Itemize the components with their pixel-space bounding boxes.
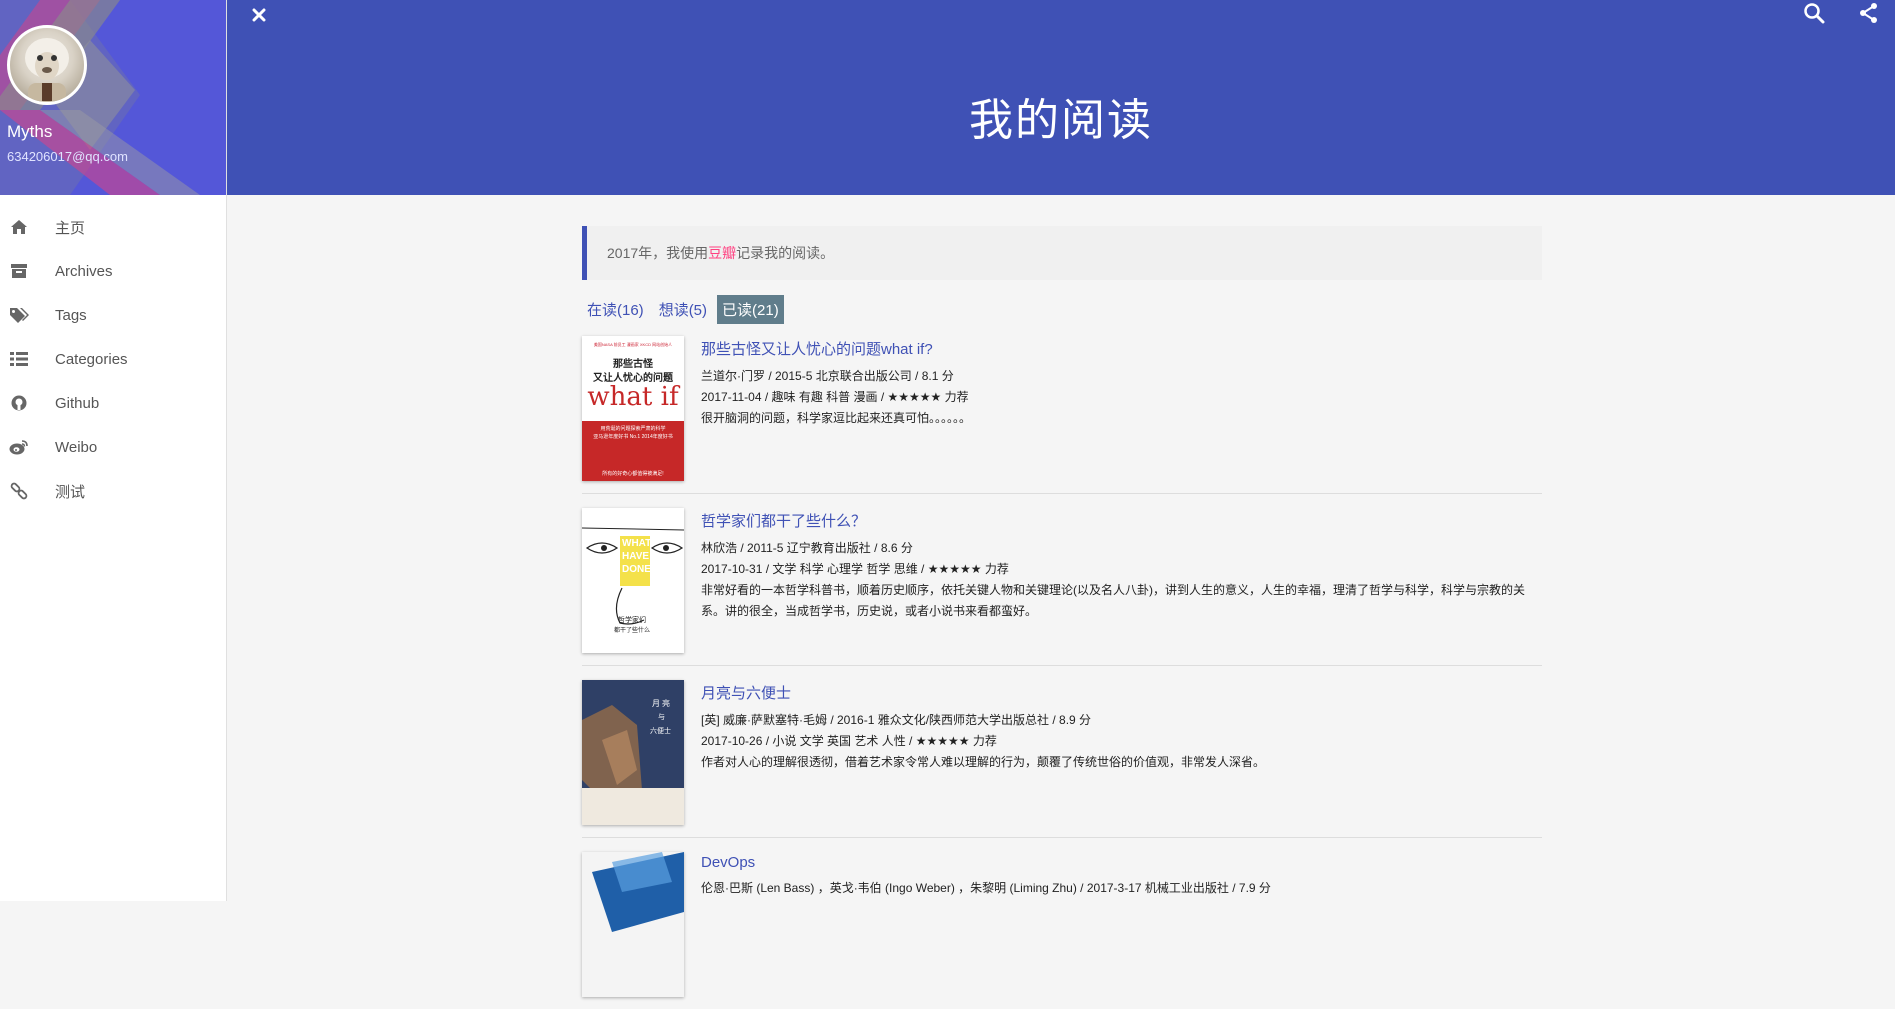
- book-title-link[interactable]: 哲学家们都干了些什么？: [701, 510, 1542, 531]
- cover-text: 所有的好奇心都值得被满足!: [602, 471, 664, 477]
- sidebar: Myths 634206017@qq.com 主页 Archives Tags: [0, 0, 227, 901]
- sidebar-menu: 主页 Archives Tags Categories Github Weibo…: [0, 195, 226, 513]
- book-comment: 非常好看的一本哲学科普书，顺着历史顺序，依托关键人物和关键理论(以及名人八卦)，…: [701, 583, 1525, 618]
- cover-text: 用荒诞的问题探索严肃的科学: [600, 426, 666, 432]
- book-tags: 2017-10-31 / 文学 科学 心理学 哲学 思维 / ★★★★★ 力荐: [701, 562, 1009, 576]
- sidebar-item-label: Weibo: [55, 438, 98, 456]
- sidebar-item-label: Tags: [55, 306, 87, 324]
- avatar[interactable]: [7, 25, 87, 105]
- tags-icon: [8, 304, 30, 326]
- book-tags: 2017-10-26 / 小说 文学 英国 艺术 人性 / ★★★★★ 力荐: [701, 734, 997, 748]
- book-item: 美国NASA 前员工 漫画家 XKCD 网站创始人 那些古怪 又让人忧心的问题 …: [582, 323, 1542, 494]
- book-title-link[interactable]: DevOps: [701, 854, 1542, 871]
- sidebar-item-archives[interactable]: Archives: [0, 249, 226, 293]
- book-comment: 很开脑洞的问题，科学家逗比起来还真可怕。。。。。。: [701, 411, 972, 425]
- book-meta: [英] 威廉·萨默塞特·毛姆 / 2016-1 雅众文化/陕西师范大学出版总社 …: [701, 713, 1092, 727]
- share-button[interactable]: [1858, 2, 1884, 28]
- intro-quote: 2017年，我使用豆瓣记录我的阅读。: [582, 226, 1542, 280]
- sidebar-item-label: Categories: [55, 350, 128, 368]
- book-meta: 兰道尔·门罗 / 2015-5 北京联合出版公司 / 8.1 分: [701, 369, 954, 383]
- list-icon: [8, 348, 30, 370]
- cover-text: 亮: [662, 699, 670, 708]
- user-name: Myths: [7, 122, 53, 141]
- sidebar-item-weibo[interactable]: Weibo: [0, 425, 226, 469]
- page-title: 我的阅读: [969, 96, 1153, 145]
- book-title-link[interactable]: 月亮与六便士: [701, 682, 1542, 703]
- share-icon: [1860, 3, 1877, 23]
- tab-wish[interactable]: 想读(5): [654, 295, 712, 324]
- book-info: 哲学家们都干了些什么？ 林欣浩 / 2011-5 辽宁教育出版社 / 8.6 分…: [701, 508, 1542, 653]
- book-cover[interactable]: WHAT HAVE DONE 哲学家们 都干了些什么: [582, 508, 684, 653]
- cover-text: 六便士: [650, 727, 671, 735]
- top-header: 我的阅读: [227, 0, 1895, 195]
- home-icon: [8, 216, 30, 238]
- book-title-link[interactable]: 那些古怪又让人忧心的问题what if?: [701, 338, 1542, 359]
- intro-text-after: 记录我的阅读。: [736, 245, 835, 261]
- cover-text: 美国NASA 前员工 漫画家 XKCD 网站创始人: [593, 342, 673, 347]
- cover-text: 那些古怪: [613, 359, 653, 370]
- book-info: DevOps 伦恩·巴斯 (Len Bass) ，英戈·韦伯 (Ingo Web…: [701, 852, 1542, 997]
- book-info: 月亮与六便士 [英] 威廉·萨默塞特·毛姆 / 2016-1 雅众文化/陕西师范…: [701, 680, 1542, 825]
- sidebar-item-label: Archives: [55, 262, 113, 280]
- book-info: 那些古怪又让人忧心的问题what if? 兰道尔·门罗 / 2015-5 北京联…: [701, 336, 1542, 481]
- book-tags: 2017-11-04 / 趣味 有趣 科普 漫画 / ★★★★★ 力荐: [701, 390, 969, 404]
- book-cover[interactable]: 美国NASA 前员工 漫画家 XKCD 网站创始人 那些古怪 又让人忧心的问题 …: [582, 336, 684, 481]
- sidebar-item-tags[interactable]: Tags: [0, 293, 226, 337]
- book-cover[interactable]: 月 亮 与 六便士: [582, 680, 684, 825]
- book-meta: 伦恩·巴斯 (Len Bass) ，英戈·韦伯 (Ingo Weber) ，朱黎…: [701, 881, 1271, 895]
- sidebar-item-home[interactable]: 主页: [0, 205, 226, 249]
- sidebar-item-categories[interactable]: Categories: [0, 337, 226, 381]
- book-item: 月 亮 与 六便士 月亮与六便士 [英] 威廉·萨默塞特·毛姆 / 2016-1…: [582, 666, 1542, 838]
- weibo-icon: [8, 436, 30, 458]
- close-button[interactable]: [246, 2, 272, 28]
- book-cover[interactable]: [582, 852, 684, 997]
- cover-text: 都干了些什么: [614, 627, 651, 634]
- tab-reading[interactable]: 在读(16): [582, 295, 649, 324]
- cover-text: WHAT: [622, 538, 652, 549]
- book-meta: 林欣浩 / 2011-5 辽宁教育出版社 / 8.6 分: [701, 541, 913, 555]
- cover-illustration: [582, 852, 684, 997]
- tab-read[interactable]: 已读(21): [717, 294, 784, 324]
- cover-text: what if: [587, 382, 679, 412]
- close-icon: [252, 8, 266, 22]
- sidebar-item-label: 测试: [55, 483, 86, 501]
- reading-tabs: 在读(16) 想读(5) 已读(21): [582, 294, 1542, 324]
- search-icon: [1804, 3, 1825, 24]
- book-item: DevOps 伦恩·巴斯 (Len Bass) ，英戈·韦伯 (Ingo Web…: [582, 838, 1542, 1009]
- sidebar-item-label: Github: [55, 394, 100, 412]
- cover-text: 哲学家们: [618, 616, 646, 624]
- cover-text: 亚马逊年度好书 No.1 2014年度好书: [593, 434, 673, 440]
- cover-text: HAVE: [622, 551, 650, 562]
- archive-icon: [8, 260, 30, 282]
- cover-text: 与: [658, 713, 665, 721]
- book-comment: 作者对人心的理解很透彻，借着艺术家令常人难以理解的行为，颠覆了传统世俗的价值观，…: [701, 755, 1266, 769]
- cover-text: DONE: [622, 564, 651, 575]
- sidebar-item-github[interactable]: Github: [0, 381, 226, 425]
- intro-text-before: 2017年，我使用: [607, 245, 709, 261]
- douban-link[interactable]: 豆瓣: [708, 245, 736, 261]
- main-content: 2017年，我使用豆瓣记录我的阅读。 在读(16) 想读(5) 已读(21) 美…: [582, 226, 1542, 1009]
- sidebar-item-label: 主页: [55, 219, 86, 237]
- search-button[interactable]: [1803, 2, 1829, 28]
- user-email: 634206017@qq.com: [7, 149, 128, 164]
- sidebar-header: Myths 634206017@qq.com: [0, 0, 226, 195]
- sidebar-item-test[interactable]: 测试: [0, 469, 226, 513]
- book-item: WHAT HAVE DONE 哲学家们 都干了些什么 哲学家们都干了些什么？ 林…: [582, 494, 1542, 666]
- github-icon: [8, 392, 30, 414]
- cover-text: 月: [652, 699, 660, 708]
- link-icon: [8, 480, 30, 502]
